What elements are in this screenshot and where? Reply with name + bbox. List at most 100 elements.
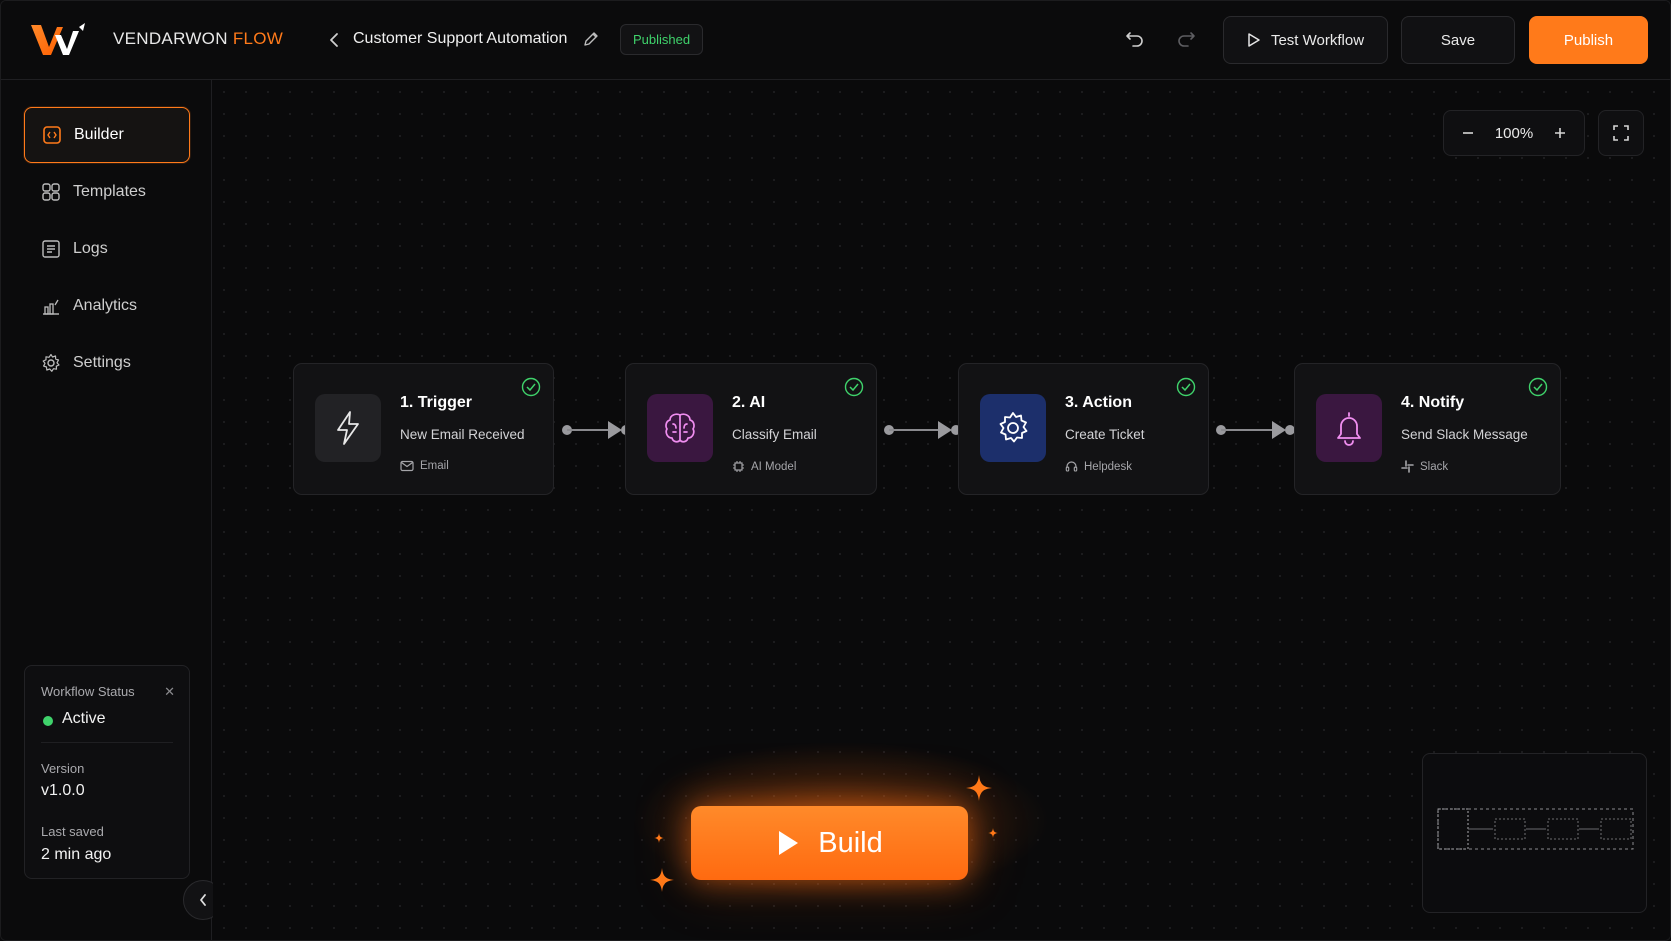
node-subtitle: Send Slack Message (1401, 427, 1528, 442)
check-circle-icon (1528, 377, 1548, 397)
workflow-canvas[interactable]: 100% 1. Trigger New Email Received Email (213, 81, 1670, 940)
node-ai[interactable]: 2. AI Classify Email AI Model (625, 363, 877, 495)
chevron-left-icon (200, 894, 206, 906)
sidebar-item-label: Builder (74, 126, 124, 143)
save-button[interactable]: Save (1401, 16, 1515, 64)
node-meta: Helpdesk (1065, 460, 1132, 473)
node-meta: Slack (1401, 460, 1448, 473)
node-notify[interactable]: 4. Notify Send Slack Message Slack (1294, 363, 1561, 495)
fullscreen-button[interactable] (1598, 110, 1644, 156)
minimap-preview (1437, 808, 1634, 850)
bell-icon (1337, 412, 1361, 446)
builder-icon (43, 126, 61, 144)
sidebar-item-templates[interactable]: Templates (24, 164, 190, 220)
sidebar-item-logs[interactable]: Logs (24, 221, 190, 277)
mail-icon (400, 460, 414, 472)
zoom-in-button[interactable] (1550, 123, 1570, 143)
node-meta-label: Email (420, 460, 449, 472)
slack-icon (1401, 460, 1414, 473)
workflow-status-card: Workflow Status ✕ Active Version v1.0.0 … (24, 665, 190, 879)
sidebar-item-label: Logs (73, 240, 108, 257)
analytics-icon (43, 299, 59, 315)
sidebar-item-label: Settings (73, 354, 131, 371)
last-saved-label: Last saved (41, 824, 104, 839)
node-title: 4. Notify (1401, 394, 1465, 411)
node-subtitle: Classify Email (732, 427, 817, 442)
sparkle-icon (988, 828, 998, 838)
node-meta-label: Slack (1420, 460, 1449, 473)
node-meta: AI Model (732, 460, 796, 473)
sidebar-item-settings[interactable]: Settings (24, 335, 190, 391)
last-saved-value: 2 min ago (41, 846, 112, 863)
sidebar-item-builder[interactable]: Builder (24, 107, 190, 163)
brain-icon (665, 413, 695, 443)
version-value: v1.0.0 (41, 782, 85, 799)
gear-icon (999, 412, 1028, 443)
sparkle-icon (966, 775, 992, 801)
check-circle-icon (844, 377, 864, 397)
zoom-out-button[interactable] (1458, 123, 1478, 143)
connector-arrow (1216, 421, 1295, 439)
node-subtitle: New Email Received (400, 427, 525, 442)
undo-icon[interactable] (1123, 28, 1147, 52)
node-icon-box (980, 394, 1046, 462)
node-meta-label: Helpdesk (1084, 460, 1132, 473)
test-workflow-button[interactable]: Test Workflow (1223, 16, 1388, 64)
app-window: VENDARWON FLOW Customer Support Automati… (0, 0, 1671, 941)
version-label: Version (41, 761, 85, 776)
divider (41, 742, 173, 743)
status-value: Active (62, 710, 106, 727)
plus-icon (1555, 128, 1565, 138)
node-title: 2. AI (732, 394, 766, 411)
back-button[interactable] (323, 27, 345, 53)
workflow-title: Customer Support Automation (353, 30, 568, 47)
gear-icon (42, 353, 60, 372)
sparkle-icon (650, 868, 674, 892)
play-icon (1248, 33, 1260, 47)
templates-icon (42, 183, 60, 201)
sidebar: Builder Templates Logs Analytics Setting… (1, 80, 223, 940)
node-icon-box (315, 394, 381, 462)
sidebar-item-label: Templates (73, 183, 146, 200)
check-circle-icon (521, 377, 541, 397)
connector-arrow (884, 421, 961, 439)
node-meta-label: AI Model (751, 460, 797, 473)
sidebar-item-label: Analytics (73, 297, 138, 314)
status-dot (43, 716, 53, 726)
minus-icon (1463, 132, 1473, 134)
node-title: 1. Trigger (400, 394, 473, 411)
expand-icon (1613, 125, 1629, 141)
logs-icon (42, 240, 60, 258)
chevron-left-icon (330, 33, 338, 47)
test-workflow-label: Test Workflow (1270, 31, 1365, 49)
status-badge: Published (620, 24, 704, 55)
play-icon (779, 831, 799, 855)
publish-button[interactable]: Publish (1529, 16, 1648, 64)
sidebar-item-analytics[interactable]: Analytics (24, 278, 190, 334)
top-bar: VENDARWON FLOW Customer Support Automati… (1, 1, 1670, 80)
build-button[interactable]: Build (691, 806, 968, 880)
node-icon-box (1316, 394, 1382, 462)
node-subtitle: Create Ticket (1065, 427, 1145, 442)
vendarwon-logo (31, 23, 85, 55)
node-meta: Email (400, 460, 449, 472)
chip-icon (733, 461, 744, 472)
pencil-icon[interactable] (581, 29, 601, 49)
close-icon[interactable]: ✕ (164, 684, 175, 700)
brand-name: VENDARWON FLOW (113, 29, 284, 48)
status-label: Workflow Status (41, 684, 135, 699)
node-trigger[interactable]: 1. Trigger New Email Received Email (293, 363, 554, 495)
headset-icon (1065, 461, 1078, 472)
redo-icon[interactable] (1174, 28, 1198, 52)
lightning-icon (337, 411, 359, 445)
sparkle-icon (654, 833, 664, 843)
check-circle-icon (1176, 377, 1196, 397)
build-label: Build (818, 826, 883, 859)
connector-arrow (562, 421, 631, 439)
node-action[interactable]: 3. Action Create Ticket Helpdesk (958, 363, 1209, 495)
zoom-level: 100% (1494, 124, 1534, 142)
node-icon-box (647, 394, 713, 462)
zoom-controls: 100% (1443, 110, 1585, 156)
minimap[interactable] (1422, 753, 1647, 913)
node-title: 3. Action (1065, 394, 1132, 411)
